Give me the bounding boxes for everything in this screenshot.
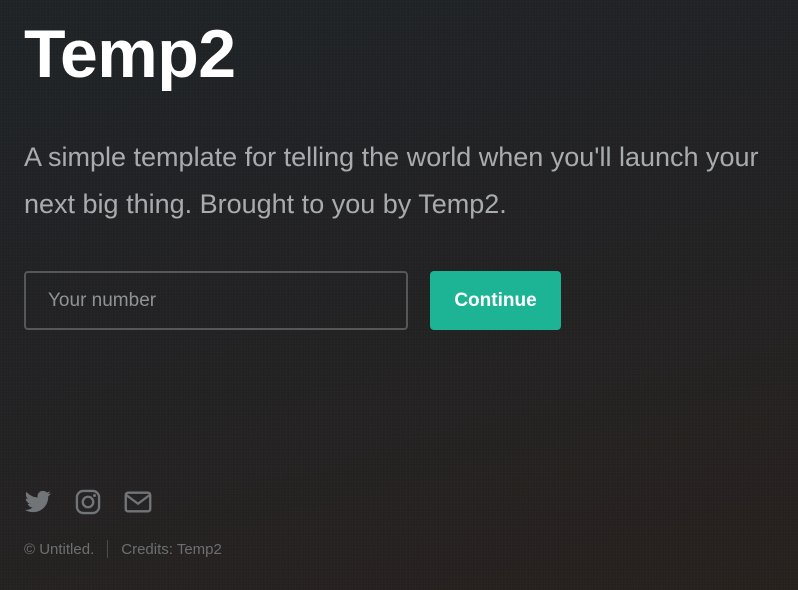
copyright-text: © Untitled. <box>24 540 95 558</box>
continue-button[interactable]: Continue <box>430 271 561 330</box>
number-input[interactable] <box>24 271 408 330</box>
instagram-icon <box>75 489 101 515</box>
footer: © Untitled. Credits: Temp2 <box>24 540 222 558</box>
email-icon <box>124 491 152 513</box>
page-title: Temp2 <box>24 16 236 92</box>
tagline: A simple template for telling the world … <box>24 142 759 219</box>
twitter-icon <box>24 490 51 513</box>
instagram-link[interactable] <box>74 488 102 516</box>
social-links <box>24 488 174 516</box>
twitter-link[interactable] <box>24 488 52 516</box>
footer-divider <box>107 540 109 558</box>
credits-text: Credits: Temp2 <box>121 540 222 558</box>
signup-form: Continue <box>24 271 561 330</box>
email-link[interactable] <box>124 488 152 516</box>
